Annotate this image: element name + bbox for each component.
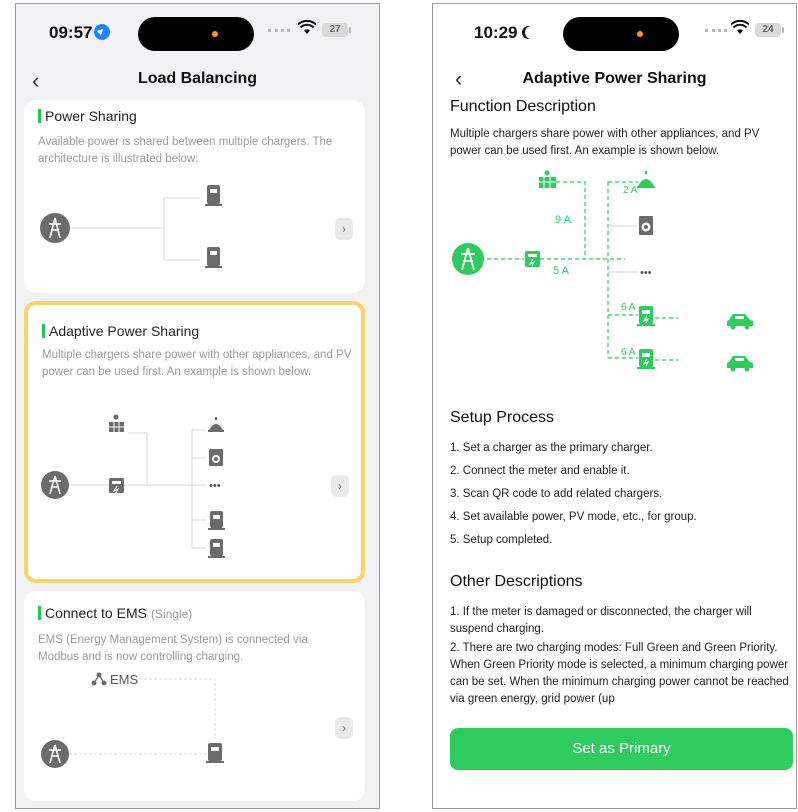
washing-machine-icon	[209, 449, 223, 466]
function-description-text: Multiple chargers share power with other…	[450, 128, 760, 157]
signal-icon	[705, 29, 727, 33]
solar-panel-icon	[109, 414, 124, 432]
signal-icon	[268, 29, 290, 33]
more-appliances-ellipsis: •••	[640, 267, 652, 279]
wifi-icon	[731, 20, 749, 34]
grid-tower-icon	[40, 213, 70, 243]
more-appliances-ellipsis: •••	[209, 480, 221, 492]
meter-icon	[109, 478, 124, 494]
battery-icon: 27	[322, 23, 351, 37]
wifi-icon	[298, 20, 316, 34]
battery-icon: 24	[755, 23, 784, 37]
ems-network-icon	[91, 672, 107, 686]
dynamic-island	[138, 17, 254, 51]
lamp-icon	[208, 417, 224, 432]
power-sharing-card[interactable]: Power Sharing Available power is shared …	[24, 100, 365, 293]
washing-machine-icon	[639, 216, 653, 235]
charger-icon	[206, 743, 224, 763]
grid-tower-icon	[41, 740, 69, 768]
status-bar: 10:29 24	[433, 4, 796, 56]
scroll-fade	[433, 704, 796, 724]
car-icon	[727, 314, 753, 330]
setup-step: 4. Set available power, PV mode, etc., f…	[450, 511, 697, 523]
chevron-right-icon[interactable]: ›	[335, 717, 353, 739]
other-description-2: 2. There are two charging modes: Full Gr…	[450, 642, 789, 705]
function-description-heading: Function Description	[450, 98, 596, 115]
other-description-1: 1. If the meter is damaged or disconnect…	[450, 606, 752, 635]
charger1-current-label: 6 A	[621, 302, 636, 313]
solar-panel-icon	[539, 170, 556, 188]
location-icon	[94, 24, 111, 40]
status-time: 10:29	[474, 23, 538, 43]
grid-tower-icon	[41, 471, 69, 499]
appliance-current-label: 2 A	[623, 185, 638, 196]
adaptive-sharing-diagram: •••	[41, 414, 225, 558]
setup-step: 5. Setup completed.	[450, 534, 553, 546]
connect-to-ems-card[interactable]: Connect to EMS (Single) EMS (Energy Manag…	[24, 591, 365, 801]
grid-tower-icon	[452, 243, 484, 275]
lamp-icon	[637, 171, 655, 188]
dynamic-island	[563, 17, 679, 51]
setup-step: 3. Scan QR code to add related chargers.	[450, 488, 663, 500]
charger-icon	[205, 247, 222, 268]
pv-current-label: 9 A	[555, 214, 572, 226]
charger-icon	[208, 539, 225, 558]
charger-icon	[637, 349, 655, 369]
page-title: Adaptive Power Sharing	[522, 70, 707, 87]
adaptive-power-sharing-screen: 10:29 24 ‹ Adaptive Power Sharing Functi…	[432, 3, 797, 809]
moon-icon	[525, 26, 538, 39]
ems-diagram: EMS	[41, 672, 224, 768]
meter-icon	[525, 251, 540, 267]
power-sharing-diagram	[40, 185, 222, 268]
charger-icon	[208, 511, 225, 530]
adaptive-power-sharing-card[interactable]: Adaptive Power Sharing Multiple chargers…	[24, 301, 365, 583]
car-icon	[727, 356, 753, 372]
adaptive-sharing-diagram: ••• 9 A 5 A 2 A 6 A 6 A	[452, 170, 753, 372]
meter-current-label: 5 A	[553, 265, 570, 277]
ems-label: EMS	[110, 672, 139, 687]
other-descriptions-heading: Other Descriptions	[450, 573, 583, 590]
setup-step: 1. Set a charger as the primary charger.	[450, 442, 653, 454]
charger2-current-label: 6 A	[621, 347, 636, 358]
load-balancing-screen: 09:57 27 ‹ Load Balancing Power Sharing …	[15, 3, 380, 809]
page-title: Load Balancing	[137, 70, 258, 87]
setup-step: 2. Connect the meter and enable it.	[450, 465, 630, 477]
charger-icon	[637, 306, 655, 326]
chevron-right-icon[interactable]: ›	[335, 218, 353, 240]
chevron-right-icon[interactable]: ›	[331, 475, 349, 497]
status-bar: 09:57 27	[16, 4, 379, 56]
setup-process-heading: Setup Process	[450, 409, 555, 426]
charger-icon	[205, 185, 222, 206]
set-as-primary-button[interactable]: Set as Primary	[450, 728, 793, 770]
status-time: 09:57	[49, 23, 111, 43]
